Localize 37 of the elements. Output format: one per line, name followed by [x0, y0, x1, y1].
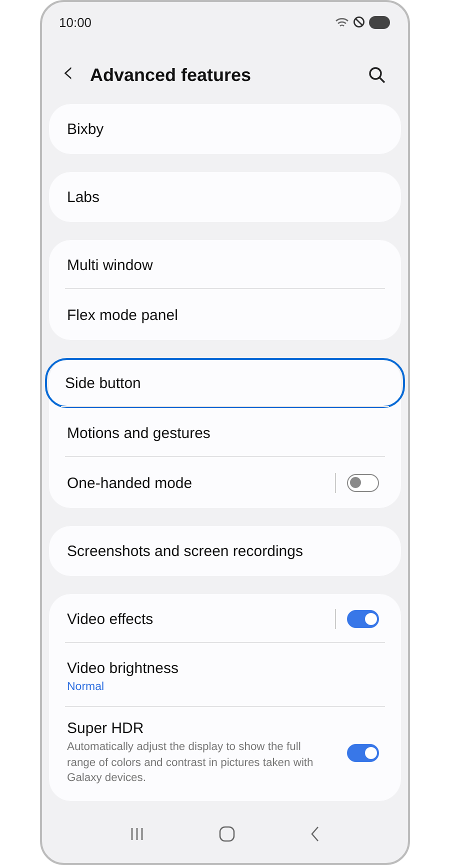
item-label: Video effects — [67, 610, 154, 628]
settings-item[interactable]: Super HDR Automatically adjust the display to show the full range of colors and contrast in pictures taken with Galaxy devices. — [49, 708, 401, 800]
item-label: Super HDR — [67, 720, 145, 737]
item-label: Side button — [65, 374, 142, 392]
page-title: Advanced features — [90, 64, 252, 86]
item-label: Bixby — [67, 120, 105, 138]
item-label: One-handed mode — [67, 474, 194, 492]
toggle-switch[interactable] — [347, 744, 379, 762]
settings-item[interactable]: One-handed mode — [49, 458, 401, 508]
item-label: Screenshots and screen recordings — [67, 542, 304, 560]
settings-item[interactable]: Flex mode panel — [49, 290, 401, 340]
do-not-disturb-icon — [353, 16, 365, 28]
settings-item[interactable]: Video effects — [49, 594, 401, 644]
settings-item[interactable]: Multi window — [49, 240, 401, 290]
wifi-icon — [335, 16, 349, 28]
settings-item[interactable]: Video brightness Normal — [49, 644, 401, 708]
item-value: Normal — [67, 680, 106, 692]
recent-apps-icon[interactable] — [130, 827, 144, 841]
back-icon[interactable] — [310, 826, 320, 842]
item-description: Automatically adjust the display to show the full range of colors and contrast in pictures taken with Galaxy devices. — [67, 740, 314, 786]
settings-item[interactable]: Screenshots and screen recordings — [49, 526, 401, 576]
settings-item[interactable]: Labs — [49, 172, 401, 222]
item-label: Multi window — [67, 256, 154, 274]
battery-icon — [369, 16, 390, 28]
toggle-switch[interactable] — [347, 610, 379, 628]
item-label: Flex mode panel — [67, 306, 179, 324]
toggle-switch[interactable] — [347, 474, 379, 492]
item-label: Labs — [67, 188, 101, 206]
item-label: Motions and gestures — [67, 424, 212, 442]
search-icon[interactable] — [368, 66, 386, 84]
back-button[interactable]: ‹ — [62, 60, 74, 90]
item-label: Video brightness — [67, 660, 180, 676]
status-time: 10:00 — [59, 14, 92, 30]
settings-item[interactable]: Motions and gestures — [49, 408, 401, 458]
home-icon[interactable] — [218, 826, 235, 842]
settings-item[interactable]: Bixby — [49, 104, 401, 154]
highlighted-settings-item[interactable]: Side button — [45, 358, 405, 408]
